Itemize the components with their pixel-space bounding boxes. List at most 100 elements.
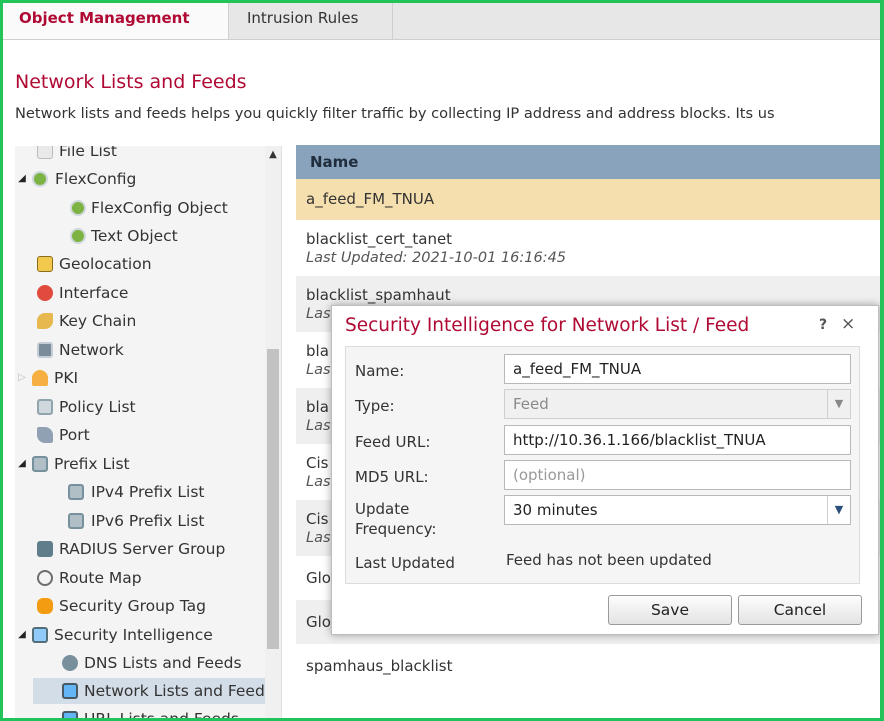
sidebar-item-port[interactable]: Port <box>37 422 90 448</box>
tab-intrusion-rules[interactable]: Intrusion Rules <box>229 3 393 39</box>
sidebar-item-label: Key Chain <box>59 312 137 330</box>
list-item[interactable]: a_feed_FM_TNUA <box>296 179 881 220</box>
list-item-last-updated: Last Updated: 2021-10-01 16:16:45 <box>306 250 567 266</box>
chevron-down-icon[interactable]: ▼ <box>827 390 850 418</box>
last-updated-label: Last Updated <box>355 554 455 572</box>
geolocation-icon <box>37 256 53 272</box>
name-field[interactable]: a_feed_FM_TNUA <box>504 354 851 384</box>
sidebar-item-key-chain[interactable]: Key Chain <box>37 308 136 334</box>
update-frequency-label-line2: Frequency: <box>355 520 437 538</box>
update-frequency-select[interactable]: 30 minutes ▼ <box>504 495 851 525</box>
pki-icon <box>32 370 48 386</box>
sidebar-item-text-object[interactable]: Text Object <box>70 223 178 249</box>
expanded-caret-icon[interactable]: ◢ <box>17 451 27 477</box>
radius-server-icon <box>37 541 53 557</box>
sidebar-item-prefix-list[interactable]: ◢ Prefix List <box>15 451 130 477</box>
tab-bar: Object Management Intrusion Rules <box>3 3 881 40</box>
file-list-icon <box>37 146 53 159</box>
list-item-name: blacklist_cert_tanet <box>306 230 453 248</box>
page-title: Network Lists and Feeds <box>15 71 247 93</box>
security-intelligence-icon <box>32 627 48 643</box>
key-icon <box>37 313 53 329</box>
sidebar-item-ipv6-prefix-list[interactable]: IPv6 Prefix List <box>68 508 204 534</box>
collapsed-caret-icon[interactable]: ▷ <box>17 365 27 391</box>
md5-url-field[interactable]: (optional) <box>504 460 851 490</box>
dns-lists-icon <box>62 655 78 671</box>
sidebar-item-geolocation[interactable]: Geolocation <box>37 251 152 277</box>
sidebar-item-network-lists-and-feeds[interactable]: Network Lists and Feeds <box>33 678 281 704</box>
sidebar-item-label: FlexConfig Object <box>91 199 228 217</box>
feed-url-label: Feed URL: <box>355 433 431 451</box>
update-frequency-value: 30 minutes <box>513 501 598 519</box>
sidebar-item-label: Geolocation <box>59 255 152 273</box>
save-button[interactable]: Save <box>608 595 732 625</box>
sidebar-scrollbar[interactable]: ▲ <box>265 146 281 721</box>
sidebar-item-label: Text Object <box>91 227 178 245</box>
sidebar-item-label: Network <box>59 341 124 359</box>
sidebar-item-label: Prefix List <box>54 455 130 473</box>
sidebar-item-label: DNS Lists and Feeds <box>84 654 242 672</box>
name-label: Name: <box>355 362 405 380</box>
sidebar-item-label: Interface <box>59 284 129 302</box>
type-label: Type: <box>355 397 395 415</box>
column-header-name[interactable]: Name <box>296 145 881 179</box>
flexconfig-object-icon <box>70 200 86 216</box>
sidebar-item-label: Port <box>59 426 90 444</box>
policy-list-icon <box>37 399 53 415</box>
sidebar-item-label: Security Group Tag <box>59 597 206 615</box>
page-description: Network lists and feeds helps you quickl… <box>15 105 775 122</box>
md5-url-label: MD5 URL: <box>355 468 429 486</box>
flexconfig-icon <box>32 171 48 187</box>
list-item-name: blacklist_spamhaut <box>306 286 451 304</box>
feed-url-field[interactable]: http://10.36.1.166/blacklist_TNUA <box>504 425 851 455</box>
prefix-list-icon <box>32 456 48 472</box>
sidebar-item-policy-list[interactable]: Policy List <box>37 394 136 420</box>
sidebar-item-security-intelligence[interactable]: ◢ Security Intelligence <box>15 622 213 648</box>
sidebar-item-dns-lists-and-feeds[interactable]: DNS Lists and Feeds <box>62 650 242 676</box>
port-icon <box>37 427 53 443</box>
cancel-button[interactable]: Cancel <box>738 595 862 625</box>
sidebar-item-label: Policy List <box>59 398 136 416</box>
sidebar-item-label: IPv6 Prefix List <box>91 512 205 530</box>
interface-icon <box>37 285 53 301</box>
sidebar-item-interface[interactable]: Interface <box>37 280 128 306</box>
sidebar-item-security-group-tag[interactable]: Security Group Tag <box>37 593 206 619</box>
sidebar-item-file-list[interactable]: File List <box>37 146 117 164</box>
dialog-form: Name: a_feed_FM_TNUA Type: Feed ▼ Feed U… <box>345 346 860 584</box>
security-group-tag-icon <box>37 598 53 614</box>
sidebar-scroll-thumb[interactable] <box>267 349 279 649</box>
sidebar-item-radius-server-group[interactable]: RADIUS Server Group <box>37 536 225 562</box>
list-item-name: Glo <box>306 613 331 631</box>
sidebar-item-label: Route Map <box>59 569 142 587</box>
close-icon[interactable]: × <box>841 314 855 334</box>
type-select-value: Feed <box>513 395 549 413</box>
sidebar-item-label: File List <box>59 146 117 160</box>
expanded-caret-icon[interactable]: ◢ <box>17 622 27 648</box>
tab-object-management[interactable]: Object Management <box>3 3 229 39</box>
sidebar-item-pki[interactable]: ▷ PKI <box>15 365 78 391</box>
sidebar-item-label: FlexConfig <box>55 170 137 188</box>
list-item[interactable]: blacklist_cert_tanet Last Updated: 2021-… <box>296 220 881 276</box>
sidebar-item-ipv4-prefix-list[interactable]: IPv4 Prefix List <box>68 479 204 505</box>
ipv6-prefix-icon <box>68 513 84 529</box>
sidebar-item-label: Security Intelligence <box>54 626 213 644</box>
sidebar-item-network[interactable]: Network <box>37 337 124 363</box>
network-lists-icon <box>62 683 78 699</box>
list-item[interactable]: spamhaus_blacklist <box>296 644 881 688</box>
help-icon[interactable]: ? <box>819 317 827 333</box>
scroll-up-arrow-icon[interactable]: ▲ <box>265 146 281 164</box>
expanded-caret-icon[interactable]: ◢ <box>17 166 27 192</box>
chevron-down-icon[interactable]: ▼ <box>827 496 850 524</box>
dialog-title: Security Intelligence for Network List /… <box>345 315 750 336</box>
type-select[interactable]: Feed ▼ <box>504 389 851 419</box>
sidebar-item-flexconfig[interactable]: ◢ FlexConfig <box>15 166 136 192</box>
ipv4-prefix-icon <box>68 484 84 500</box>
sidebar-item-label: Network Lists and Feeds <box>84 682 273 700</box>
sidebar-item-flexconfig-object[interactable]: FlexConfig Object <box>70 195 228 221</box>
sidebar-item-label: PKI <box>54 369 79 387</box>
security-intelligence-dialog: Security Intelligence for Network List /… <box>331 305 879 635</box>
list-item-name: Glo <box>306 569 331 587</box>
update-frequency-label: Update Frequency: <box>355 499 436 539</box>
sidebar-item-route-map[interactable]: Route Map <box>37 565 142 591</box>
list-item-name: a_feed_FM_TNUA <box>306 190 435 208</box>
